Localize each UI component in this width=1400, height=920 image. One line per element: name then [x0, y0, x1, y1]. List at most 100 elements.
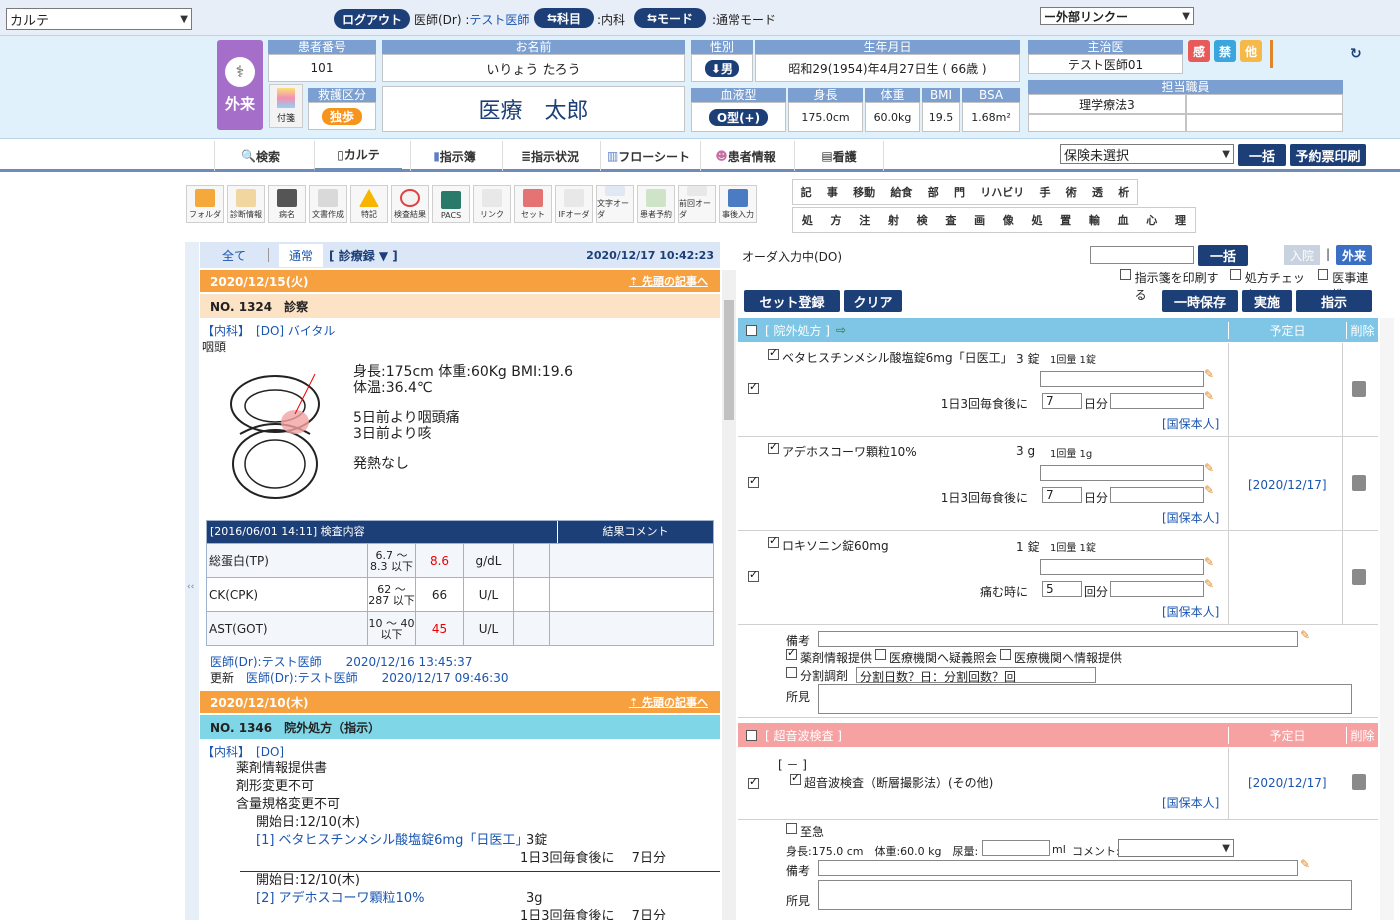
inquiry-checkbox[interactable]	[875, 649, 887, 660]
record-scrollbar[interactable]	[722, 270, 736, 920]
order-cat-treatment2[interactable]: 置	[1060, 212, 1071, 228]
trash-icon[interactable]	[1352, 774, 1366, 790]
test-result-button[interactable]: 検査結果	[391, 185, 429, 223]
drug-row-checkbox[interactable]	[748, 474, 759, 488]
drug-insurance[interactable]: [国保本人]	[1162, 603, 1219, 620]
rx-check-checkbox[interactable]	[1230, 269, 1241, 280]
execute-button[interactable]: 実施	[1242, 290, 1292, 312]
order-cat-surgery[interactable]: 手	[1039, 184, 1050, 200]
drug-days-input[interactable]: 7	[1042, 487, 1082, 503]
tab-nursing[interactable]: ▤ 看護	[794, 141, 884, 171]
ultrasound-row-checkbox[interactable]	[748, 775, 759, 789]
trash-icon[interactable]	[1352, 381, 1366, 397]
split-dispense-checkbox[interactable]	[786, 667, 797, 678]
tab-patient-info[interactable]: ☻ 患者情報	[700, 141, 790, 171]
sticky-note-button[interactable]: 付箋	[269, 84, 303, 128]
set-button[interactable]: セット	[514, 185, 552, 223]
tab-chart[interactable]: ▯ カルテ	[314, 141, 402, 171]
if-order-button[interactable]: IFオーダ	[555, 185, 593, 223]
drug-days-input[interactable]: 7	[1042, 393, 1082, 409]
insurance-select[interactable]: 保険未選択 ▼	[1060, 144, 1234, 164]
ultrasound-memo-input[interactable]	[818, 860, 1298, 876]
urgent-checkbox[interactable]	[786, 823, 797, 834]
filter-all[interactable]: 全て	[222, 247, 246, 264]
external-link-select[interactable]: ー外部リンクー ▼	[1040, 7, 1194, 25]
drug-extra-input[interactable]	[1110, 487, 1204, 503]
drug-insurance[interactable]: [国保本人]	[1162, 415, 1219, 432]
screen-select[interactable]: カルテ ▼	[6, 8, 192, 30]
order-cat-record2[interactable]: 事	[827, 184, 838, 200]
pacs-button[interactable]: PACS	[432, 185, 470, 223]
instruct-button[interactable]: 指示	[1296, 290, 1372, 312]
infection-flag[interactable]: 感	[1188, 40, 1210, 62]
clear-button[interactable]: クリア	[844, 290, 902, 312]
order-cat-record[interactable]: 記	[801, 184, 812, 200]
left-collapse-bar[interactable]: ‹‹	[185, 242, 199, 920]
tab-search[interactable]: 🔍 検索	[214, 141, 306, 171]
drug-insurance[interactable]: [国保本人]	[1162, 509, 1219, 526]
memo-input[interactable]	[818, 631, 1298, 647]
entry-do-link[interactable]: [DO]	[256, 745, 284, 759]
order-cat-psych[interactable]: 心	[1146, 212, 1157, 228]
drug-extra-input[interactable]	[1110, 393, 1204, 409]
order-cat-transfusion[interactable]: 輸	[1089, 212, 1100, 228]
trash-icon[interactable]	[1352, 569, 1366, 585]
trash-icon[interactable]	[1352, 475, 1366, 491]
rx-due-date[interactable]: [2020/12/17]	[1248, 478, 1327, 492]
special-note-button[interactable]: 特記	[350, 185, 388, 223]
order-cat-surgery2[interactable]: 術	[1066, 184, 1077, 200]
order-cat-exam[interactable]: 検	[917, 212, 928, 228]
contraindication-flag[interactable]: 禁	[1214, 40, 1236, 62]
edit-note-icon[interactable]: ✎	[1204, 555, 1214, 569]
order-cat-dialysis[interactable]: 透	[1092, 184, 1103, 200]
order-cat-injection2[interactable]: 射	[888, 212, 899, 228]
edit-note-icon[interactable]: ✎	[1204, 389, 1214, 403]
filter-normal[interactable]: 通常	[279, 243, 324, 267]
edit-note-icon[interactable]: ✎	[1204, 577, 1214, 591]
diagnosis-info-button[interactable]: 診断情報	[227, 185, 265, 223]
order-cat-transfusion2[interactable]: 血	[1118, 212, 1129, 228]
edit-note-icon[interactable]: ✎	[1204, 461, 1214, 475]
edit-note-icon[interactable]: ✎	[1300, 857, 1310, 871]
edit-note-icon[interactable]: ✎	[1300, 628, 1310, 642]
order-cat-meal[interactable]: 給食	[890, 184, 912, 200]
drug-row-checkbox[interactable]	[748, 380, 759, 394]
bulk-input[interactable]	[1090, 246, 1194, 264]
set-register-button[interactable]: セット登録	[744, 290, 840, 312]
tab-order-book[interactable]: ▮ 指示簿	[410, 141, 498, 171]
urine-volume-input[interactable]	[982, 840, 1050, 856]
drug-row-checkbox[interactable]	[748, 568, 759, 582]
order-cat-dept[interactable]: 部	[928, 184, 939, 200]
info-provide-checkbox[interactable]	[1000, 649, 1012, 660]
logout-button[interactable]: ログアウト	[334, 9, 410, 29]
tab-flowsheet[interactable]: ▥ フローシート	[600, 141, 696, 171]
previous-order-button[interactable]: 前回オーダ	[678, 185, 716, 223]
goto-top-link[interactable]: ⇡ 先頭の記事へ	[629, 694, 708, 710]
ultrasound-due-date[interactable]: [2020/12/17]	[1248, 776, 1327, 790]
drug-checkbox[interactable]	[768, 440, 779, 454]
order-cat-rx2[interactable]: 方	[831, 212, 842, 228]
rx-section-checkbox[interactable]	[746, 324, 757, 336]
text-order-button[interactable]: 文字オーダ	[596, 185, 634, 223]
drug-checkbox[interactable]	[768, 534, 779, 548]
edit-note-icon[interactable]: ✎	[1204, 483, 1214, 497]
ultrasound-item-checkbox[interactable]	[790, 771, 801, 785]
drug-extra-input[interactable]	[1110, 581, 1204, 597]
med-link-checkbox[interactable]	[1317, 269, 1329, 280]
drug-checkbox[interactable]	[768, 346, 779, 360]
document-create-button[interactable]: 文書作成	[309, 185, 347, 223]
comment-select[interactable]: ▼	[1118, 839, 1234, 857]
link-button[interactable]: リンク	[473, 185, 511, 223]
outpatient-toggle[interactable]: 外来	[1336, 245, 1372, 265]
ultrasound-section-checkbox[interactable]	[746, 729, 757, 741]
post-entry-button[interactable]: 事後入力	[719, 185, 757, 223]
tab-order-status[interactable]: ≣ 指示状況	[502, 141, 597, 171]
drug-note-input[interactable]	[1040, 371, 1204, 387]
export-icon[interactable]: ⇨	[836, 323, 846, 337]
disease-name-button[interactable]: 病名	[268, 185, 306, 223]
edit-note-icon[interactable]: ✎	[1204, 367, 1214, 381]
patient-reservation-button[interactable]: 患者予約	[637, 185, 675, 223]
bulk-button[interactable]: 一括	[1238, 144, 1286, 166]
order-cat-move[interactable]: 移動	[853, 184, 875, 200]
temp-save-button[interactable]: 一時保存	[1162, 290, 1238, 312]
